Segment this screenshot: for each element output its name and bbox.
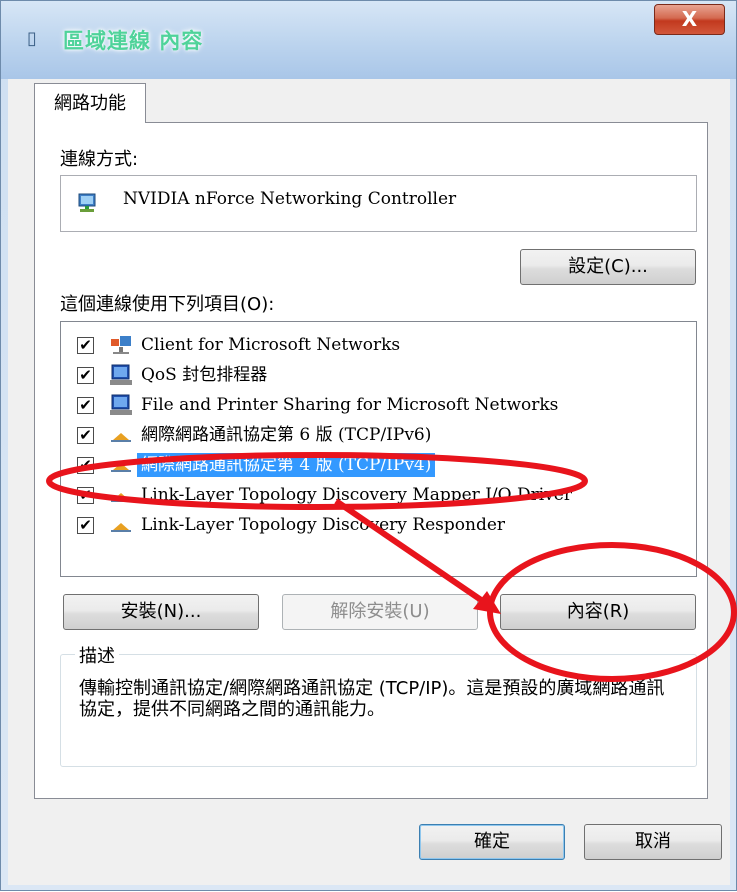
list-item[interactable]: ✔ Link-Layer Topology Discovery Mapper I… — [61, 480, 696, 510]
list-item-label: Link-Layer Topology Discovery Mapper I/O… — [141, 485, 572, 505]
list-item-selected[interactable]: ✔ 網際網路通訊協定第 4 版 (TCP/IPv4) — [61, 450, 696, 480]
title-bar[interactable]: ▯ 區域連線 內容 X — [1, 1, 736, 79]
ok-button[interactable]: 確定 — [419, 824, 565, 860]
protocol-icon — [111, 523, 131, 532]
adapter-box: NVIDIA nForce Networking Controller — [60, 175, 697, 232]
network-client-icon — [111, 336, 131, 354]
properties-button[interactable]: 內容(R) — [500, 594, 696, 630]
list-item-label: Link-Layer Topology Discovery Responder — [141, 515, 506, 535]
network-adapter-icon — [78, 193, 96, 212]
checkbox[interactable]: ✔ — [77, 517, 94, 534]
window-title: 區域連線 內容 — [63, 29, 204, 53]
description-text: 傳輸控制通訊協定/網際網路通訊協定 (TCP/IP)。這是預設的廣域網路通訊協定… — [79, 678, 665, 720]
tab-networking[interactable]: 網路功能 — [34, 83, 146, 123]
items-label: 這個連線使用下列項目(O): — [60, 294, 275, 315]
description-title: 描述 — [75, 642, 119, 668]
list-item[interactable]: ✔ Client for Microsoft Networks — [61, 330, 696, 360]
checkbox[interactable]: ✔ — [77, 487, 94, 504]
protocol-icon — [111, 493, 131, 502]
uninstall-button[interactable]: 解除安裝(U) — [282, 594, 478, 630]
protocol-icon — [111, 433, 131, 442]
checkbox[interactable]: ✔ — [77, 367, 94, 384]
checkbox[interactable]: ✔ — [77, 457, 94, 474]
list-item[interactable]: ✔ 網際網路通訊協定第 6 版 (TCP/IPv6) — [61, 420, 696, 450]
list-item-label: 網際網路通訊協定第 6 版 (TCP/IPv6) — [141, 425, 432, 445]
list-item[interactable]: ✔ QoS 封包排程器 — [61, 360, 696, 390]
list-item-label: File and Printer Sharing for Microsoft N… — [141, 395, 559, 415]
checkbox[interactable]: ✔ — [77, 337, 94, 354]
configure-button[interactable]: 設定(C)... — [520, 249, 696, 285]
computer-icon — [110, 394, 132, 415]
install-button[interactable]: 安裝(N)... — [63, 594, 259, 630]
list-item-label: QoS 封包排程器 — [141, 365, 268, 385]
close-button[interactable]: X — [654, 4, 725, 35]
list-item-label: 網際網路通訊協定第 4 版 (TCP/IPv4) — [137, 453, 436, 477]
checkbox[interactable]: ✔ — [77, 397, 94, 414]
computer-icon — [110, 364, 132, 385]
checkbox[interactable]: ✔ — [77, 427, 94, 444]
items-list[interactable]: ✔ Client for Microsoft Networks ✔ QoS 封包… — [60, 321, 697, 577]
network-adapter-icon: ▯ — [27, 28, 37, 49]
list-item[interactable]: ✔ Link-Layer Topology Discovery Responde… — [61, 510, 696, 540]
connect-using-label: 連線方式: — [60, 149, 139, 170]
adapter-name: NVIDIA nForce Networking Controller — [123, 189, 457, 209]
list-item[interactable]: ✔ File and Printer Sharing for Microsoft… — [61, 390, 696, 420]
cancel-button[interactable]: 取消 — [584, 824, 722, 860]
protocol-icon — [111, 463, 131, 472]
dialog-window: ▯ 區域連線 內容 X 網路功能 連線方式: NVIDIA nForce Net… — [0, 0, 737, 891]
list-item-label: Client for Microsoft Networks — [141, 335, 401, 355]
